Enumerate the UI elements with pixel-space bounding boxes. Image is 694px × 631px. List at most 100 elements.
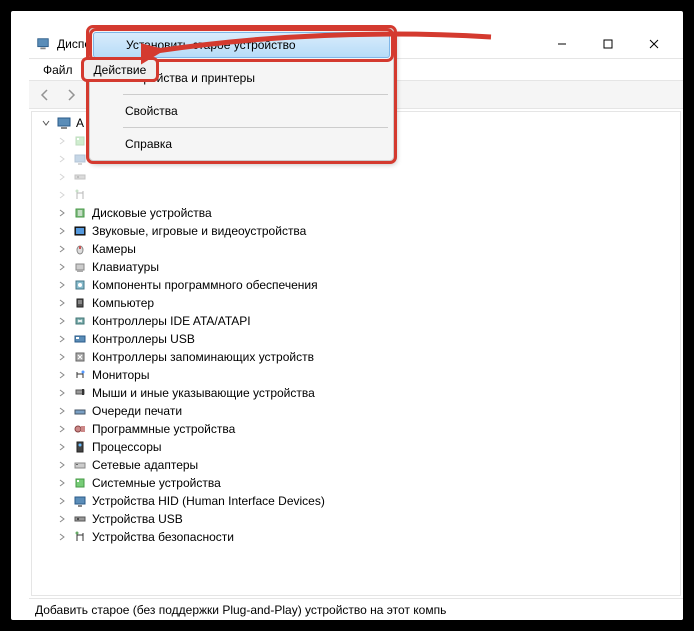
dropdown-separator	[123, 94, 388, 95]
tree-node[interactable]	[32, 186, 680, 204]
tree-node-label: Устройства USB	[92, 512, 183, 526]
tree-node[interactable]: Камеры	[32, 240, 680, 258]
tree-node[interactable]: Контроллеры запоминающих устройств	[32, 348, 680, 366]
tree-node-label: Мониторы	[92, 368, 149, 382]
tree-node[interactable]: Компоненты программного обеспечения	[32, 276, 680, 294]
chevron-right-icon[interactable]	[56, 243, 68, 255]
device-category-icon	[72, 493, 88, 509]
dropdown-separator	[123, 127, 388, 128]
tree-node-label: Мыши и иные указывающие устройства	[92, 386, 315, 400]
chevron-right-icon[interactable]	[56, 135, 68, 147]
tree-node-label: Контроллеры запоминающих устройств	[92, 350, 314, 364]
chevron-right-icon[interactable]	[56, 171, 68, 183]
computer-icon	[56, 115, 72, 131]
statusbar: Добавить старое (без поддержки Plug-and-…	[29, 598, 683, 620]
chevron-right-icon[interactable]	[56, 477, 68, 489]
device-category-icon	[72, 133, 88, 149]
tree-node[interactable]: Программные устройства	[32, 420, 680, 438]
tree-node[interactable]: Контроллеры USB	[32, 330, 680, 348]
tree-node[interactable]: Звуковые, игровые и видеоустройства	[32, 222, 680, 240]
close-button[interactable]	[631, 29, 677, 59]
tree-node-label: Устройства HID (Human Interface Devices)	[92, 494, 325, 508]
device-category-icon	[72, 169, 88, 185]
dropdown-properties[interactable]: Свойства	[93, 98, 390, 124]
chevron-right-icon[interactable]	[56, 441, 68, 453]
tree-node[interactable]: Мониторы	[32, 366, 680, 384]
tree-root-label: A	[76, 116, 84, 130]
chevron-right-icon[interactable]	[56, 459, 68, 471]
dropdown-install-legacy[interactable]: Установить старое устройство	[93, 32, 390, 58]
tree-node-label: Программные устройства	[92, 422, 235, 436]
tree-node[interactable]: Сетевые адаптеры	[32, 456, 680, 474]
tree-node-label: Клавиатуры	[92, 260, 159, 274]
device-category-icon	[72, 457, 88, 473]
action-dropdown: Обновить конфигурацию оборудов... Устано…	[89, 28, 394, 161]
tree-node[interactable]: Дисковые устройства	[32, 204, 680, 222]
tree-node[interactable]: Компьютер	[32, 294, 680, 312]
device-category-icon	[72, 385, 88, 401]
tree-node[interactable]: Системные устройства	[32, 474, 680, 492]
tree-node-label: Звуковые, игровые и видеоустройства	[92, 224, 306, 238]
toolbar: Обновить конфигурацию оборудов... Устано…	[29, 81, 683, 109]
chevron-right-icon[interactable]	[56, 405, 68, 417]
device-category-icon	[72, 313, 88, 329]
device-category-icon	[72, 367, 88, 383]
tree-node[interactable]: Мыши и иные указывающие устройства	[32, 384, 680, 402]
dropdown-separator	[123, 61, 388, 62]
tree-node[interactable]	[32, 168, 680, 186]
menu-file[interactable]: Файл	[33, 59, 83, 80]
chevron-right-icon[interactable]	[56, 495, 68, 507]
tree-node[interactable]: Устройства USB	[32, 510, 680, 528]
tree-node[interactable]: Устройства HID (Human Interface Devices)	[32, 492, 680, 510]
chevron-down-icon[interactable]	[40, 117, 52, 129]
tree-node[interactable]: Клавиатуры	[32, 258, 680, 276]
device-category-icon	[72, 151, 88, 167]
back-button[interactable]	[33, 83, 57, 107]
chevron-right-icon[interactable]	[56, 369, 68, 381]
chevron-right-icon[interactable]	[56, 387, 68, 399]
chevron-right-icon[interactable]	[56, 315, 68, 327]
device-category-icon	[72, 349, 88, 365]
tree-node[interactable]: Процессоры	[32, 438, 680, 456]
tree-node[interactable]: Контроллеры IDE ATA/ATAPI	[32, 312, 680, 330]
tree-node-label: Сетевые адаптеры	[92, 458, 198, 472]
menu-action[interactable]: Действие	[83, 59, 158, 80]
device-category-icon	[72, 529, 88, 545]
device-category-icon	[72, 475, 88, 491]
chevron-right-icon[interactable]	[56, 261, 68, 273]
device-tree[interactable]: A Дисковые устройства Звуковые, игровые и…	[31, 111, 681, 596]
chevron-right-icon[interactable]	[56, 513, 68, 525]
device-category-icon	[72, 277, 88, 293]
chevron-right-icon[interactable]	[56, 153, 68, 165]
tree-node[interactable]: Устройства безопасности	[32, 528, 680, 546]
device-category-icon	[72, 295, 88, 311]
tree-node-label: Очереди печати	[92, 404, 182, 418]
device-category-icon	[72, 331, 88, 347]
device-category-icon	[72, 223, 88, 239]
minimize-button[interactable]	[539, 29, 585, 59]
device-category-icon	[72, 439, 88, 455]
chevron-right-icon[interactable]	[56, 351, 68, 363]
device-category-icon	[72, 187, 88, 203]
chevron-right-icon[interactable]	[56, 531, 68, 543]
chevron-right-icon[interactable]	[56, 189, 68, 201]
tree-node-label: Контроллеры IDE ATA/ATAPI	[92, 314, 251, 328]
chevron-right-icon[interactable]	[56, 207, 68, 219]
chevron-right-icon[interactable]	[56, 225, 68, 237]
chevron-right-icon[interactable]	[56, 423, 68, 435]
chevron-right-icon[interactable]	[56, 297, 68, 309]
dropdown-help[interactable]: Справка	[93, 131, 390, 157]
tree-node-label: Процессоры	[92, 440, 162, 454]
status-text: Добавить старое (без поддержки Plug-and-…	[35, 603, 446, 617]
tree-node-label: Дисковые устройства	[92, 206, 212, 220]
maximize-button[interactable]	[585, 29, 631, 59]
chevron-right-icon[interactable]	[56, 279, 68, 291]
app-icon	[35, 36, 51, 52]
chevron-right-icon[interactable]	[56, 333, 68, 345]
forward-button[interactable]	[59, 83, 83, 107]
tree-node-label: Устройства безопасности	[92, 530, 234, 544]
device-category-icon	[72, 241, 88, 257]
tree-node-label: Камеры	[92, 242, 136, 256]
tree-node-label: Контроллеры USB	[92, 332, 195, 346]
tree-node[interactable]: Очереди печати	[32, 402, 680, 420]
